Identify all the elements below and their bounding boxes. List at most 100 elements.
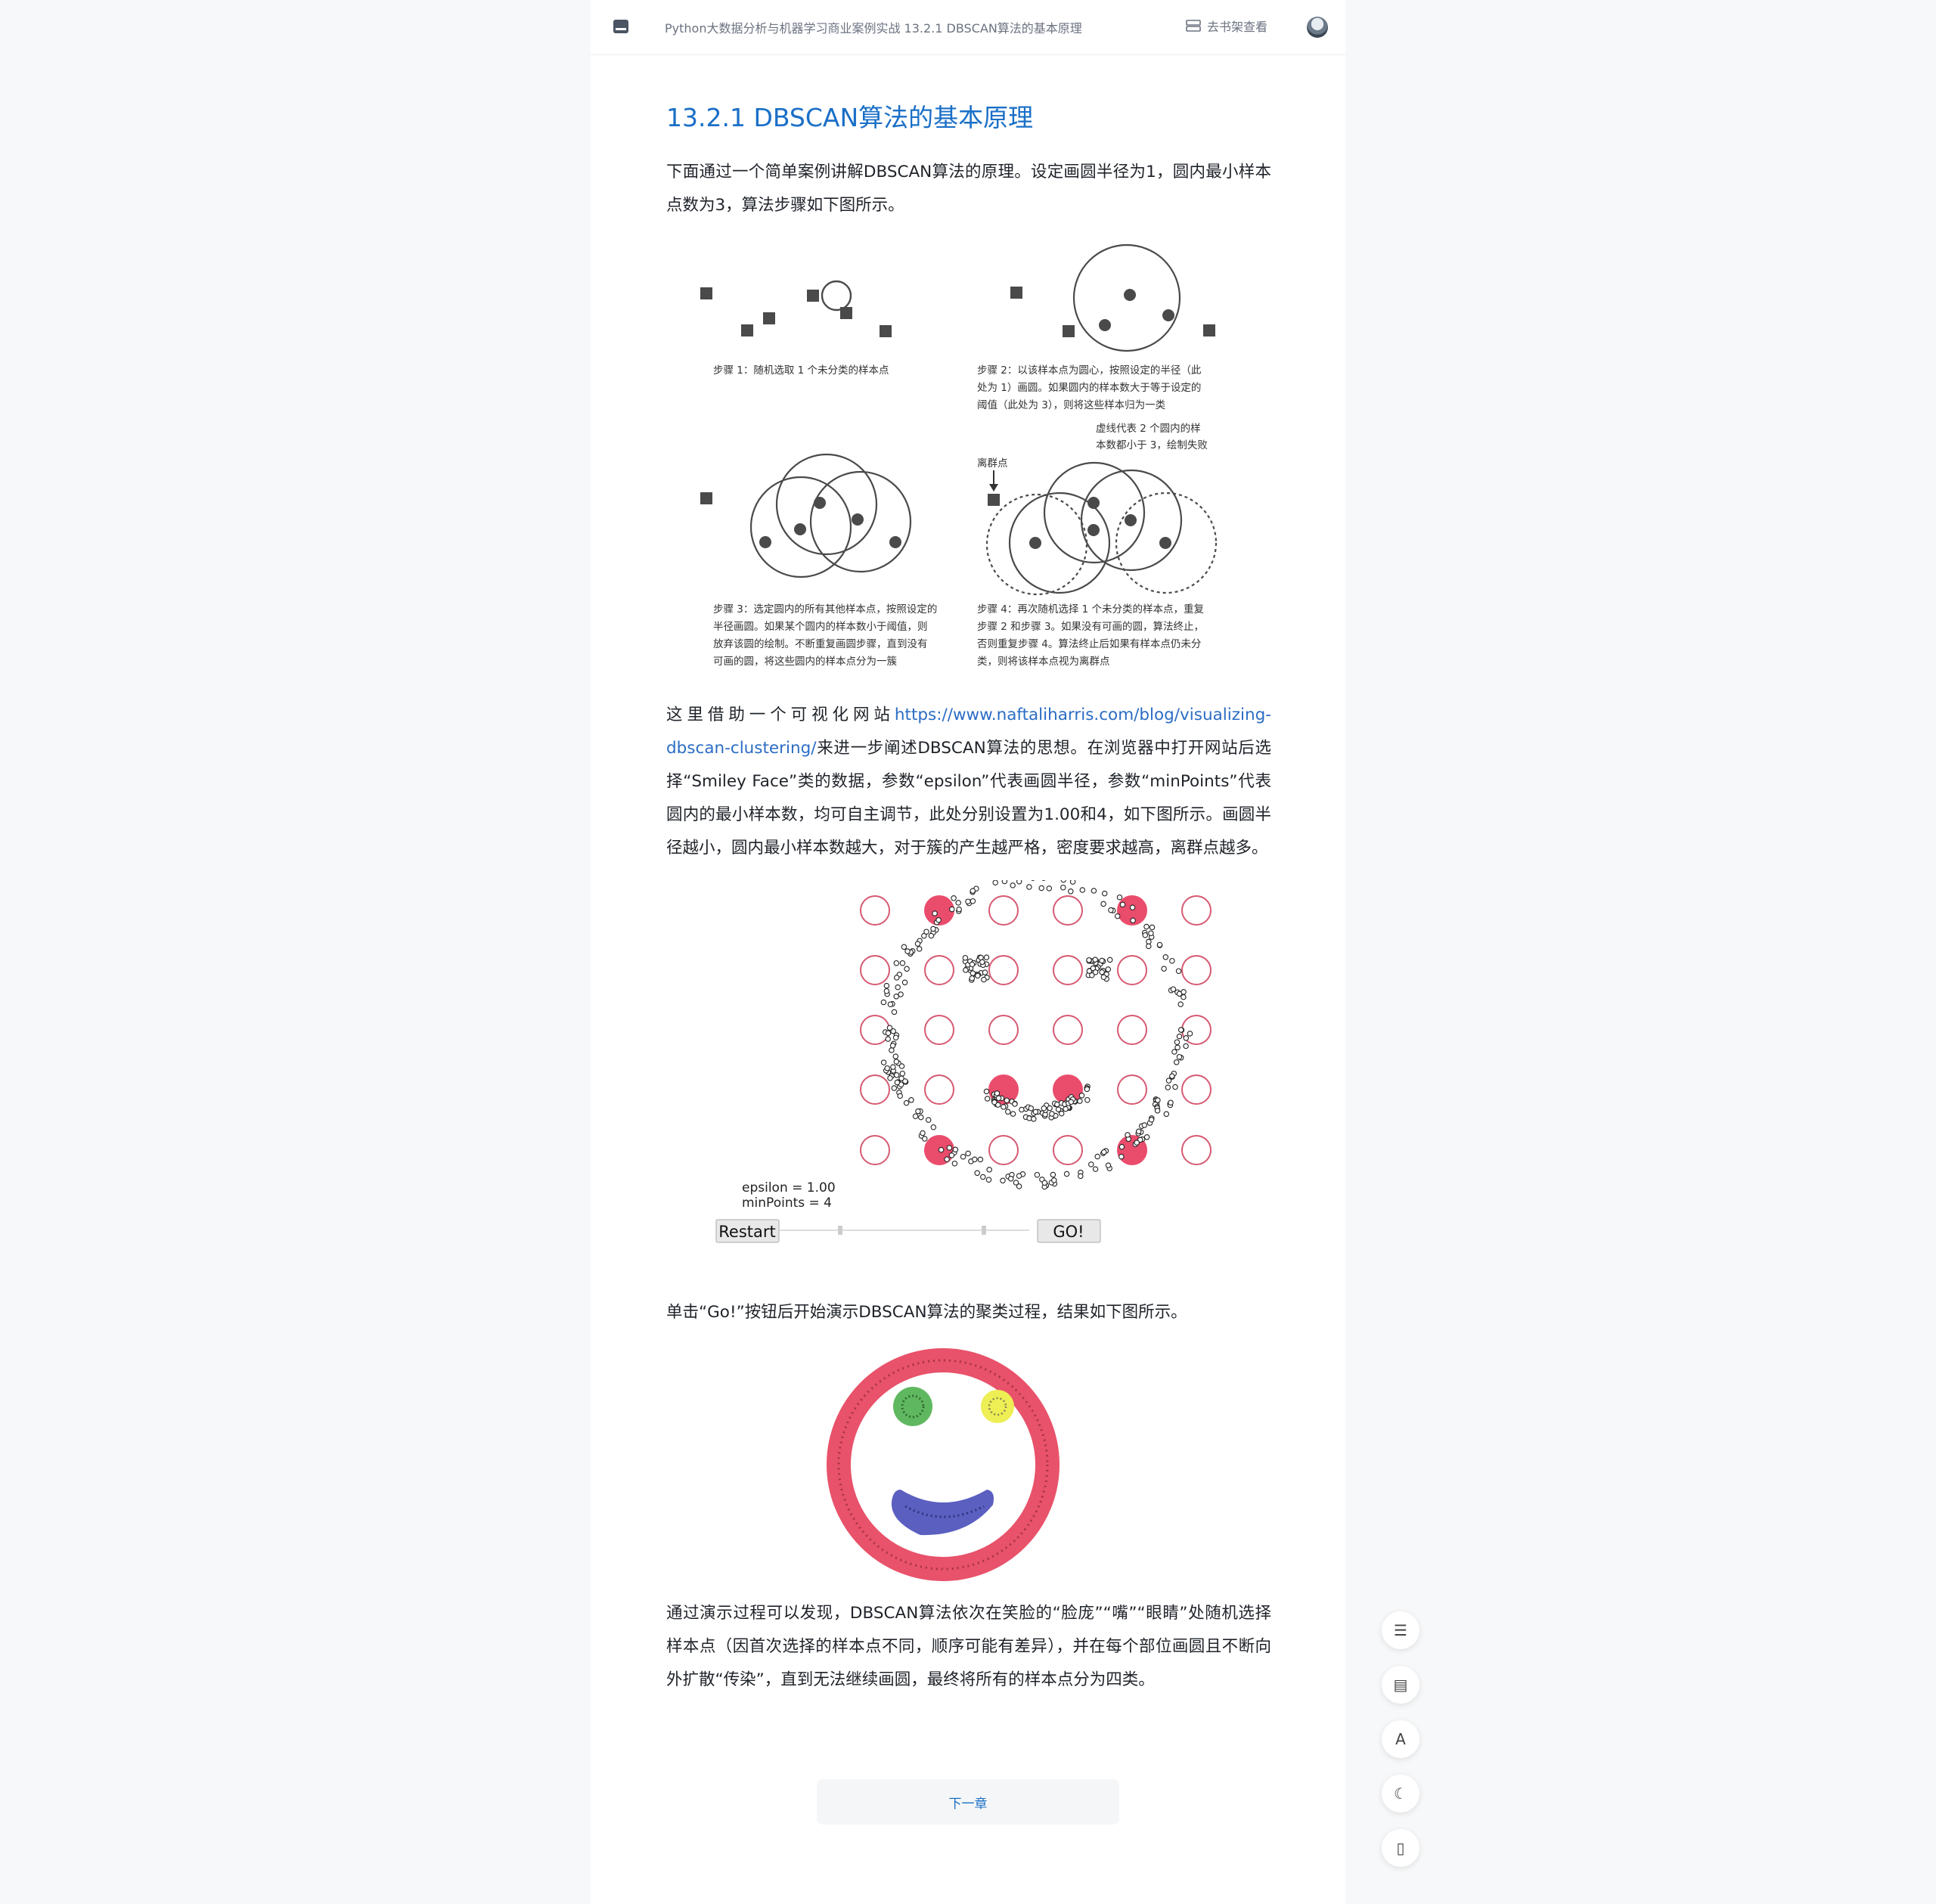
catalog-icon[interactable] <box>613 20 628 33</box>
sample-point <box>1163 1111 1170 1118</box>
sample-point <box>970 888 976 894</box>
sample-point <box>1183 1035 1190 1041</box>
night-mode-icon[interactable]: ☾ <box>1382 1775 1419 1813</box>
sample-point <box>944 1156 950 1162</box>
sample-point <box>1091 888 1097 894</box>
sample-point <box>1016 1183 1022 1189</box>
sample-point <box>1019 1106 1025 1113</box>
sample-point <box>1177 1001 1184 1007</box>
sample-point <box>1050 1171 1056 1178</box>
sample-point <box>887 1074 893 1081</box>
sample-point <box>1100 901 1106 907</box>
sample-square <box>700 492 712 504</box>
grid-circle <box>860 895 890 926</box>
sample-point <box>1118 1143 1125 1150</box>
sample-point <box>1010 1111 1016 1117</box>
sample-point <box>1174 1044 1181 1051</box>
sample-point <box>1134 1140 1140 1146</box>
grid-circle <box>988 1015 1019 1045</box>
sample-point <box>1143 1134 1150 1140</box>
sample-point <box>923 929 929 935</box>
sample-point <box>992 879 998 885</box>
dbscan-steps-figure: 步骤 1：随机选取 1 个未分类的样本点 步骤 2：以该样本点为圆心，按照设定的… <box>666 236 1271 699</box>
minpoints-slider-handle[interactable] <box>982 1226 986 1235</box>
sample-point <box>1130 917 1136 924</box>
sample-point <box>932 910 938 916</box>
grid-circle <box>1053 1135 1083 1165</box>
sample-point <box>893 960 900 966</box>
grid-circle <box>1053 955 1083 985</box>
sample-square <box>1203 324 1215 336</box>
sample-point <box>1149 924 1156 931</box>
sample-point <box>1161 966 1167 972</box>
step4-caption-line: 步骤 2 和步骤 3。如果没有可画的圆，算法终止， <box>977 621 1204 633</box>
sample-point <box>1135 1128 1142 1135</box>
sample-point <box>891 1085 898 1091</box>
sample-square <box>763 312 775 324</box>
sample-point <box>1068 1099 1075 1105</box>
step1-caption: 步骤 1：随机选取 1 个未分类的样本点 <box>713 364 889 377</box>
sample-point <box>1060 884 1066 891</box>
sample-point <box>1176 1033 1183 1040</box>
go-button[interactable]: GO! <box>1037 1219 1101 1243</box>
sample-point <box>1047 1105 1053 1112</box>
smiley-demo-canvas: epsilon = 1.00 minPoints = 4 Restart GO! <box>715 870 1212 1243</box>
sample-point <box>1092 969 1099 975</box>
sample-point <box>1156 941 1163 948</box>
sample-point <box>960 1153 966 1160</box>
sample-point <box>1028 1105 1035 1112</box>
user-avatar[interactable] <box>1307 17 1328 38</box>
sample-point <box>920 1130 926 1137</box>
sample-point <box>1041 1180 1048 1186</box>
sample-point <box>1105 1162 1112 1168</box>
restart-button[interactable]: Restart <box>715 1219 780 1243</box>
comment-icon[interactable]: ▤ <box>1382 1666 1419 1704</box>
sample-point <box>901 944 908 950</box>
sample-point <box>902 1078 908 1084</box>
step3-caption-line: 半径画圆。如果某个圆内的样本数小于阈值，则 <box>713 621 928 633</box>
sample-point <box>1143 923 1150 930</box>
sample-point <box>1099 957 1105 964</box>
sample-point <box>1005 1109 1011 1115</box>
sample-point <box>985 1177 992 1183</box>
sample-point <box>1162 954 1169 960</box>
next-chapter-button[interactable]: 下一章 <box>817 1779 1119 1825</box>
sample-point <box>893 1072 900 1078</box>
sample-point <box>1114 913 1121 919</box>
sample-point <box>1051 1177 1057 1183</box>
paragraph-prefix: 这里借助一个可视化网站 <box>666 705 895 724</box>
sample-point <box>935 916 942 923</box>
grid-circle <box>860 955 890 985</box>
sample-point <box>880 1059 887 1065</box>
sample-point <box>1079 887 1086 893</box>
grid-circle <box>1117 1074 1147 1105</box>
grid-circle <box>1181 895 1212 926</box>
dashed-note-line: 虚线代表 2 个圆内的样 <box>1096 423 1201 435</box>
sample-point <box>1165 1078 1172 1084</box>
sample-point <box>1119 901 1126 908</box>
mobile-read-icon[interactable]: ▯ <box>1382 1829 1419 1867</box>
right-eye-cluster <box>981 1390 1014 1423</box>
sample-point <box>1038 885 1044 892</box>
sample-point <box>983 954 990 960</box>
dbscan-steps-diagram: 步骤 1：随机选取 1 个未分类的样本点 步骤 2：以该样本点为圆心，按照设定的… <box>700 243 1218 668</box>
intro-paragraph: 下面通过一个简单案例讲解DBSCAN算法的原理。设定画圆半径为1，圆内最小样本点… <box>666 163 1271 215</box>
sample-point <box>885 1030 892 1036</box>
sample-point <box>1012 1101 1018 1107</box>
sample-point <box>1063 1105 1069 1112</box>
sample-point <box>1146 938 1152 945</box>
outlier-square <box>988 494 1000 506</box>
sample-point <box>977 1156 984 1163</box>
font-size-icon[interactable]: A <box>1382 1720 1419 1758</box>
sample-point <box>1041 1105 1047 1112</box>
toc-icon[interactable]: ☰ <box>1382 1611 1419 1649</box>
go-to-shelf-button[interactable]: 去书架查看 <box>1186 17 1267 35</box>
sample-point <box>1032 1109 1039 1115</box>
sample-point <box>1141 1122 1148 1128</box>
epsilon-slider-handle[interactable] <box>838 1226 842 1235</box>
sample-point <box>1169 1073 1175 1079</box>
sample-square <box>1063 325 1075 337</box>
sample-point <box>981 976 987 983</box>
sample-point <box>955 900 961 906</box>
sample-point <box>880 999 887 1006</box>
